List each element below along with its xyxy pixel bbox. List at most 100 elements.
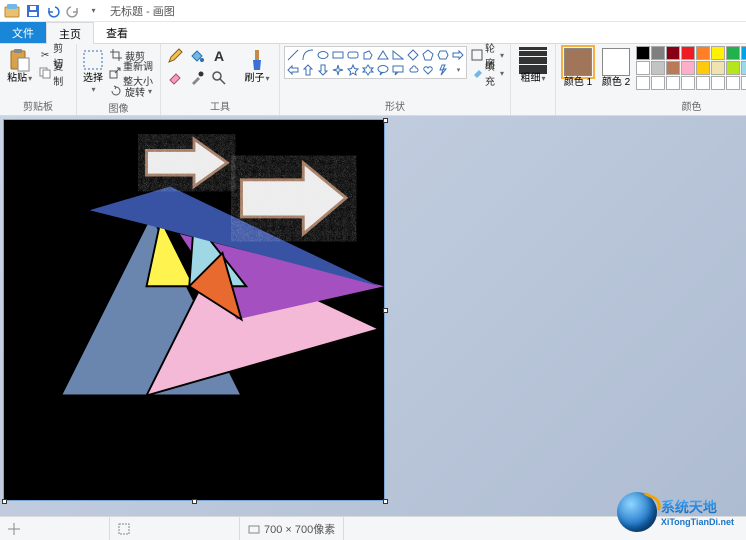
color-swatch[interactable]	[726, 61, 740, 75]
shape-hexagon[interactable]	[436, 48, 450, 62]
watermark-globe-icon	[617, 492, 657, 532]
color-swatch[interactable]	[681, 76, 695, 90]
shapes-expand[interactable]: ▾	[451, 63, 465, 77]
group-image: 选择▾ 裁剪 重新调整大小 旋转▾ 图像	[77, 44, 161, 115]
color1-well	[564, 48, 592, 76]
canvas-dimensions: 700 × 700像素	[240, 517, 344, 540]
window-title: 无标题 - 画图	[110, 3, 175, 19]
title-bar: ▾ 无标题 - 画图	[0, 0, 746, 22]
resize-handle[interactable]	[383, 308, 388, 313]
color-swatch[interactable]	[666, 46, 680, 60]
quick-access-toolbar: ▾	[24, 2, 102, 20]
color-swatch[interactable]	[696, 61, 710, 75]
copy-icon	[39, 66, 51, 80]
color-swatch[interactable]	[666, 76, 680, 90]
text-tool[interactable]: A	[209, 46, 229, 66]
shapes-gallery[interactable]: ▾	[284, 46, 467, 79]
shape-star5[interactable]	[346, 63, 360, 77]
color-swatch[interactable]	[681, 61, 695, 75]
fill-tool[interactable]	[187, 46, 207, 66]
shape-arrow-right[interactable]	[451, 48, 465, 62]
color-swatch[interactable]	[711, 61, 725, 75]
shape-triangle[interactable]	[376, 48, 390, 62]
rotate-icon	[109, 84, 123, 98]
color-swatch[interactable]	[651, 61, 665, 75]
brushes-button[interactable]: 刷子▾	[239, 46, 275, 84]
paste-button[interactable]: 粘贴▾	[4, 46, 35, 84]
redo-button[interactable]	[64, 2, 82, 20]
pencil-tool[interactable]	[165, 46, 185, 66]
shape-lightning[interactable]	[436, 63, 450, 77]
shape-curve[interactable]	[301, 48, 315, 62]
rotate-button[interactable]: 旋转▾	[107, 82, 156, 100]
shape-arrow-down[interactable]	[316, 63, 330, 77]
shape-heart[interactable]	[421, 63, 435, 77]
resize-handle[interactable]	[2, 499, 7, 504]
resize-handle[interactable]	[383, 499, 388, 504]
canvas[interactable]	[4, 120, 384, 500]
color2-button[interactable]: 颜色 2	[598, 46, 634, 88]
resize-button[interactable]: 重新调整大小	[107, 64, 156, 82]
scissors-icon: ✂	[39, 48, 51, 62]
shape-roundrect[interactable]	[346, 48, 360, 62]
crop-icon	[109, 48, 123, 62]
shape-polygon[interactable]	[361, 48, 375, 62]
color-swatch[interactable]	[651, 76, 665, 90]
shape-rect[interactable]	[331, 48, 345, 62]
color-swatch[interactable]	[696, 46, 710, 60]
color-swatch[interactable]	[711, 46, 725, 60]
color-swatch[interactable]	[696, 76, 710, 90]
resize-handle[interactable]	[383, 118, 388, 123]
color-swatch[interactable]	[726, 46, 740, 60]
app-icon	[4, 3, 20, 19]
color-swatch[interactable]	[636, 46, 650, 60]
shape-callout-round[interactable]	[376, 63, 390, 77]
shape-arrow-left[interactable]	[286, 63, 300, 77]
shape-pentagon[interactable]	[421, 48, 435, 62]
color-swatch[interactable]	[651, 46, 665, 60]
group-shapes: ▾ 轮廓▾ 填充▾ 形状	[280, 44, 511, 115]
eyedropper-tool[interactable]	[187, 68, 207, 88]
tab-view[interactable]: 查看	[94, 22, 140, 43]
shape-star6[interactable]	[361, 63, 375, 77]
shape-callout-cloud[interactable]	[406, 63, 420, 77]
ribbon: 粘贴▾ ✂剪切 复制 剪贴板 选择▾ 裁剪 重新调整大小 旋转▾ 图像	[0, 44, 746, 116]
selection-icon	[118, 523, 130, 535]
tab-file[interactable]: 文件	[0, 22, 46, 43]
qat-customize[interactable]: ▾	[84, 2, 102, 20]
shape-right-triangle[interactable]	[391, 48, 405, 62]
color-swatch[interactable]	[726, 76, 740, 90]
fill-button[interactable]: 填充▾	[469, 64, 506, 82]
shape-arrow-up[interactable]	[301, 63, 315, 77]
color-swatch[interactable]	[711, 76, 725, 90]
select-button[interactable]: 选择▾	[81, 46, 105, 95]
shape-oval[interactable]	[316, 48, 330, 62]
color-swatch[interactable]	[681, 46, 695, 60]
stroke-width-button[interactable]: 粗细▾	[515, 46, 551, 84]
color-swatch[interactable]	[741, 76, 746, 90]
undo-button[interactable]	[44, 2, 62, 20]
color-swatch[interactable]	[636, 76, 650, 90]
shape-line[interactable]	[286, 48, 300, 62]
color1-button[interactable]: 颜色 1	[560, 46, 596, 88]
copy-button[interactable]: 复制	[37, 64, 72, 82]
ribbon-tabs: 文件 主页 查看	[0, 22, 746, 44]
resize-handle[interactable]	[192, 499, 197, 504]
canvas-area[interactable]	[0, 116, 746, 516]
crosshair-icon	[8, 523, 20, 535]
color-swatch[interactable]	[741, 46, 746, 60]
cursor-position	[0, 517, 110, 540]
save-button[interactable]	[24, 2, 42, 20]
shape-callout-rect[interactable]	[391, 63, 405, 77]
shape-star4[interactable]	[331, 63, 345, 77]
group-clipboard: 粘贴▾ ✂剪切 复制 剪贴板	[0, 44, 77, 115]
color-swatch[interactable]	[741, 61, 746, 75]
canvas-artwork	[4, 120, 384, 500]
magnifier-tool[interactable]	[209, 68, 229, 88]
shape-diamond[interactable]	[406, 48, 420, 62]
color-swatch[interactable]	[636, 61, 650, 75]
eraser-tool[interactable]	[165, 68, 185, 88]
color-swatch[interactable]	[666, 61, 680, 75]
group-colors: 颜色 1 颜色 2 编辑颜色 颜色	[556, 44, 746, 115]
dimensions-icon	[248, 523, 260, 535]
